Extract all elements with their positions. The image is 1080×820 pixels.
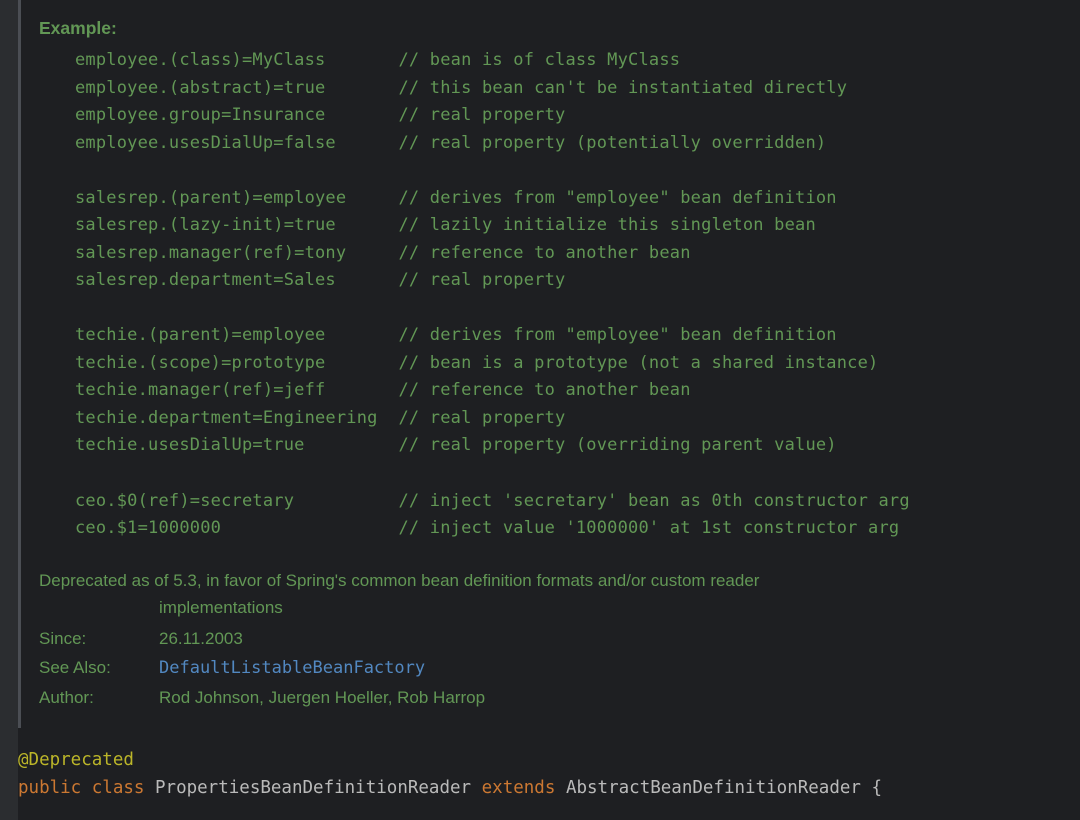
author-label: Author: [39, 684, 159, 711]
example-code: employee.(class)=MyClass // bean is of c… [75, 47, 1068, 543]
since-value: 26.11.2003 [159, 625, 1068, 652]
super-name-token: AbstractBeanDefinitionReader [566, 778, 861, 798]
keyword-public: public [18, 778, 81, 798]
keyword-class: class [92, 778, 145, 798]
see-also-label: See Also: [39, 654, 159, 681]
source-declaration: @Deprecated public class PropertiesBeanD… [18, 746, 882, 802]
javadoc-block: Example: employee.(class)=MyClass // bea… [18, 0, 1080, 728]
since-label: Since: [39, 625, 159, 652]
see-also-value: DefaultListableBeanFactory [159, 654, 1068, 682]
deprecated-text: as of 5.3, in favor of Spring's common b… [127, 571, 760, 590]
author-row: Author: Rod Johnson, Juergen Hoeller, Ro… [39, 684, 1068, 711]
deprecated-row: Deprecated as of 5.3, in favor of Spring… [39, 567, 1068, 621]
example-header: Example: [39, 18, 1068, 39]
author-value: Rod Johnson, Juergen Hoeller, Rob Harrop [159, 684, 1068, 711]
class-name-token: PropertiesBeanDefinitionReader [155, 778, 471, 798]
see-also-row: See Also: DefaultListableBeanFactory [39, 654, 1068, 682]
editor-gutter [0, 0, 18, 820]
javadoc-meta: Deprecated as of 5.3, in favor of Spring… [39, 567, 1068, 712]
deprecated-text-cont: implementations [159, 594, 1068, 621]
annotation-token: @Deprecated [18, 750, 134, 770]
deprecated-label: Deprecated [39, 571, 127, 590]
see-also-link[interactable]: DefaultListableBeanFactory [159, 658, 425, 678]
keyword-extends: extends [482, 778, 556, 798]
open-brace: { [872, 778, 883, 798]
since-row: Since: 26.11.2003 [39, 625, 1068, 652]
